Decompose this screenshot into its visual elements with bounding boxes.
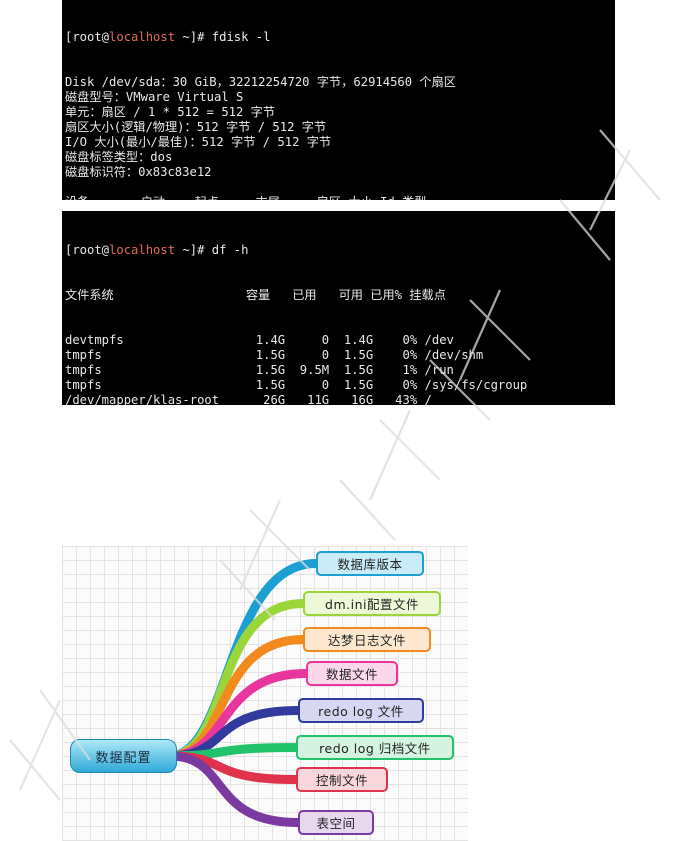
df-row: tmpfs 1.5G 0 1.5G 0% /dev/shm bbox=[65, 348, 484, 362]
mindmap-node: redo log 文件 bbox=[298, 698, 424, 723]
prompt-prefix: [root@ bbox=[65, 243, 110, 257]
command-text: df -h bbox=[211, 243, 249, 257]
prompt-suffix: ~]# bbox=[175, 30, 212, 44]
mindmap-node: redo log 归档文件 bbox=[296, 735, 454, 760]
prompt-prefix: [root@ bbox=[65, 30, 110, 44]
output-line: Disk /dev/sda：30 GiB，32212254720 字节，6291… bbox=[65, 75, 456, 89]
output-line: 磁盘标识符：0x83c83e12 bbox=[65, 165, 212, 179]
mindmap-node: dm.ini配置文件 bbox=[303, 591, 441, 616]
mindmap-node: 表空间 bbox=[298, 810, 374, 835]
df-output: devtmpfs 1.4G 0 1.4G 0% /dev tmpfs 1.5G 0… bbox=[65, 333, 612, 405]
df-row: tmpfs 1.5G 0 1.5G 0% /sys/fs/cgroup bbox=[65, 378, 528, 392]
mindmap-node: 控制文件 bbox=[296, 767, 388, 792]
output-line: 单元：扇区 / 1 * 512 = 512 字节 bbox=[65, 105, 276, 119]
command-text: fdisk -l bbox=[211, 30, 271, 44]
mindmap-branch bbox=[165, 751, 303, 827]
output-line: 磁盘型号：VMware Virtual S bbox=[65, 90, 244, 104]
mindmap-node: 数据文件 bbox=[306, 661, 398, 686]
prompt-hostname: localhost bbox=[109, 30, 176, 44]
fdisk-output: Disk /dev/sda：30 GiB，32212254720 字节，6291… bbox=[65, 75, 612, 200]
prompt-line: [root@localhost ~]# df -h bbox=[65, 243, 612, 258]
mindmap-root-node: 数据配置 bbox=[70, 739, 177, 773]
output-line: 扇区大小(逻辑/物理)：512 字节 / 512 字节 bbox=[65, 120, 327, 134]
prompt-line: [root@localhost ~]# fdisk -l bbox=[65, 30, 612, 45]
mindmap-branch bbox=[165, 559, 321, 761]
df-row: tmpfs 1.5G 9.5M 1.5G 1% /run bbox=[65, 363, 454, 377]
mindmap-node: 达梦日志文件 bbox=[303, 627, 431, 652]
prompt-hostname: localhost bbox=[109, 243, 176, 257]
prompt-suffix: ~]# bbox=[175, 243, 212, 257]
output-line: I/O 大小(最小/最佳)：512 字节 / 512 字节 bbox=[65, 135, 332, 149]
output-line: 磁盘标签类型：dos bbox=[65, 150, 173, 164]
df-terminal: [root@localhost ~]# df -h 文件系统 容量 已用 可用 … bbox=[62, 211, 615, 405]
data-config-mindmap: 数据配置 数据库版本 dm.ini配置文件 达梦日志文件 数据文件 redo log 文… bbox=[62, 546, 468, 841]
mindmap-node: 数据库版本 bbox=[316, 551, 424, 576]
df-row: /dev/mapper/klas-root 26G 11G 16G 43% / bbox=[65, 393, 432, 405]
fdisk-terminal: [root@localhost ~]# fdisk -l Disk /dev/s… bbox=[62, 0, 615, 200]
terminal-separator bbox=[62, 200, 615, 206]
df-row: devtmpfs 1.4G 0 1.4G 0% /dev bbox=[65, 333, 454, 347]
df-header: 文件系统 容量 已用 可用 已用% 挂载点 bbox=[65, 288, 446, 302]
